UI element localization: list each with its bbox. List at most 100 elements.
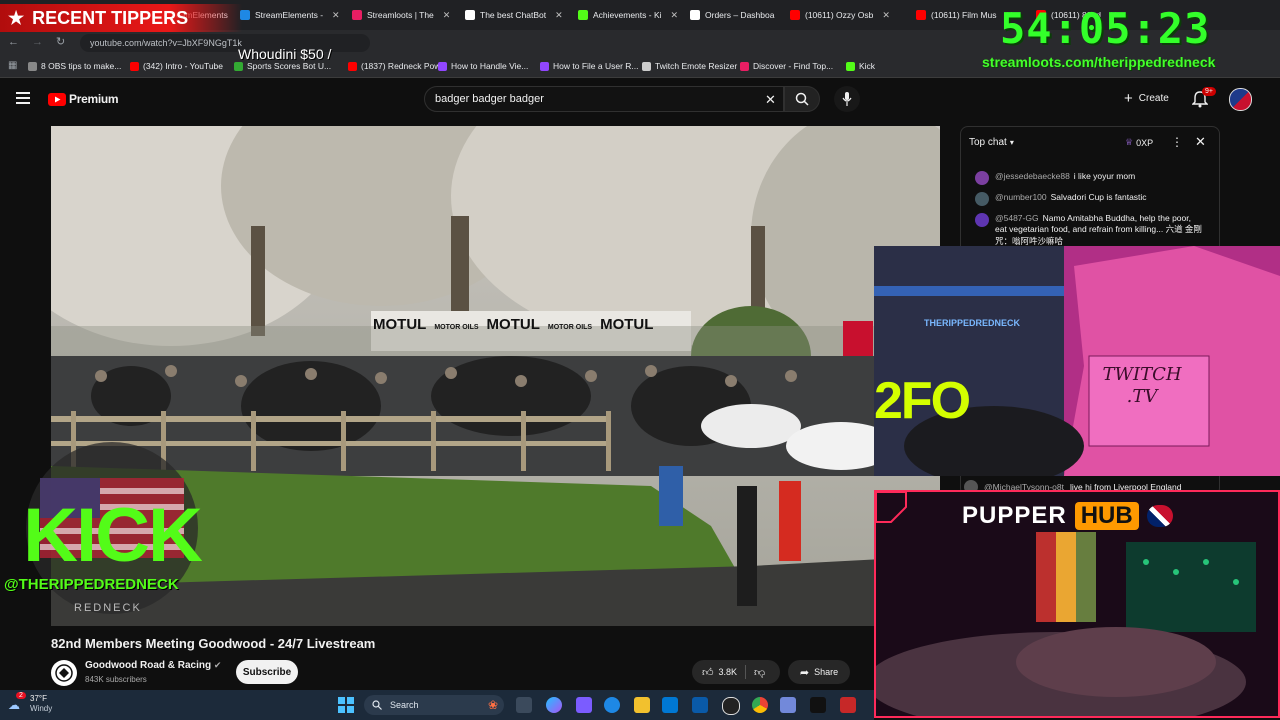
tab-favicon-icon [465, 10, 475, 20]
file-explorer-icon[interactable] [634, 697, 650, 713]
tab-close-icon[interactable]: ✕ [443, 10, 451, 21]
hamburger-menu-icon[interactable] [16, 92, 30, 104]
browser-tab[interactable]: (10611) Ozzy Osb ✕ [790, 4, 902, 26]
bookmark-label: How to Handle Vie... [451, 61, 529, 71]
share-button[interactable]: ➦ Share [788, 660, 850, 684]
outlook-icon[interactable] [692, 697, 708, 713]
streamlabs-icon[interactable] [840, 697, 856, 713]
voice-search-button[interactable] [834, 86, 860, 112]
channel-name[interactable]: Goodwood Road & Racing ✔ [85, 660, 221, 671]
tab-favicon-icon [690, 10, 700, 20]
chili-pepper-icon: ❀ [487, 698, 498, 712]
top-chat-dropdown[interactable]: Top chat ▾ [969, 137, 1014, 148]
weather-widget[interactable]: ☁ 2 37°F Windy [8, 692, 52, 714]
bookmark-label: (1837) Redneck Pow... [361, 61, 447, 71]
bookmark-item[interactable]: How to Handle Vie... [438, 61, 528, 71]
youtube-logo-text: Premium [69, 92, 119, 106]
browser-tab[interactable]: Orders – Dashboa✕ [690, 4, 780, 26]
tab-close-icon[interactable]: ✕ [671, 10, 679, 21]
tab-close-icon[interactable]: ✕ [555, 10, 563, 21]
banner-text-2: MOTOR OILS [434, 324, 479, 331]
bookmark-item[interactable]: How to File a User R... [540, 61, 639, 71]
clear-search-icon[interactable]: ✕ [765, 92, 776, 108]
chat-author[interactable]: @jessedebaecke88 [995, 171, 1070, 181]
taskbar-search[interactable]: Search ❀ [364, 695, 504, 715]
windows-start-icon[interactable] [338, 697, 354, 713]
close-chat-icon[interactable]: ✕ [1195, 134, 1206, 150]
streamloots-url: streamloots.com/therippedredneck [982, 54, 1216, 70]
like-dislike-group: 👍︎ 3.8K 👎︎ [692, 660, 780, 684]
chat-message: @jessedebaecke88 i like yoyur mom [975, 171, 1205, 185]
twitch-sign-text: TWITCH .TV [1102, 364, 1182, 407]
copilot-icon[interactable] [546, 697, 562, 713]
bookmark-label: Sports Scores Bot U... [247, 61, 332, 71]
forward-icon[interactable]: → [32, 36, 43, 48]
bookmark-item[interactable]: Twitch Emote Resizer [642, 61, 737, 71]
teams-icon[interactable] [576, 697, 592, 713]
apps-grid-icon[interactable]: ▦ [8, 60, 17, 71]
weather-badge: 2 [16, 692, 26, 699]
chat-avatar [975, 213, 989, 227]
tab-close-icon[interactable]: ✕ [882, 10, 890, 21]
bookmark-item[interactable]: (342) Intro - YouTube [130, 61, 223, 71]
chat-author[interactable]: @number100 [995, 192, 1047, 202]
channel-avatar[interactable] [51, 660, 77, 686]
discord-icon[interactable] [780, 697, 796, 713]
tab-close-icon[interactable]: ✕ [332, 10, 340, 21]
edge-icon[interactable] [604, 697, 620, 713]
chat-message: @5487-GG Namo Amitabha Buddha, help the p… [975, 213, 1205, 247]
bookmark-item[interactable]: Kick [846, 61, 875, 71]
chat-author[interactable]: @5487-GG [995, 213, 1039, 223]
browser-tab[interactable]: StreamElements - ✕ [240, 4, 340, 26]
more-options-icon[interactable]: ⋮ [1171, 135, 1183, 149]
bookmark-favicon-icon [28, 61, 37, 71]
dislike-button[interactable]: 👎︎ [754, 666, 765, 679]
bookmark-item[interactable]: Discover - Find Top... [740, 61, 833, 71]
bookmark-label: Discover - Find Top... [753, 61, 834, 71]
obs-icon[interactable] [722, 697, 740, 715]
chat-mode-label: Top chat [969, 137, 1007, 148]
notifications-button[interactable]: 9+ [1191, 87, 1216, 110]
bookmark-favicon-icon [348, 61, 357, 71]
like-button[interactable]: 👍︎ 3.8K [702, 666, 737, 679]
back-icon[interactable]: ← [8, 36, 19, 48]
store-icon[interactable] [662, 697, 678, 713]
bookmark-item[interactable]: 8 OBS tips to make... [28, 61, 121, 71]
bookmark-item[interactable]: (1837) Redneck Pow... [348, 61, 447, 71]
bookmark-favicon-icon [130, 61, 139, 71]
bookmark-label: (342) Intro - YouTube [143, 61, 224, 71]
account-avatar[interactable] [1229, 88, 1252, 111]
browser-tab[interactable]: Achievements - Ki ✕ [578, 4, 678, 26]
weather-temp: 37°F [30, 694, 47, 703]
kick-subtext: REDNECK [74, 602, 142, 614]
reload-icon[interactable]: ↻ [56, 35, 65, 48]
taskbar-search-label: Search [390, 700, 419, 710]
browser-tab[interactable]: Streamloots | The ✕ [352, 4, 454, 26]
search-button[interactable] [784, 86, 820, 112]
channel-name-text: Goodwood Road & Racing [85, 660, 212, 671]
uk-flag-icon [1146, 505, 1173, 527]
browser-tab[interactable]: The best ChatBot ✕ [465, 4, 565, 26]
like-divider [745, 665, 747, 679]
banner-text-1: MOTUL [373, 316, 427, 333]
subscriber-count: 843K subscribers [85, 675, 147, 684]
share-label: Share [814, 667, 839, 677]
bookmark-favicon-icon [642, 61, 651, 71]
chrome-icon[interactable] [752, 697, 768, 713]
chat-avatar [975, 171, 989, 185]
terminal-icon[interactable] [810, 697, 826, 713]
bookmark-favicon-icon [540, 61, 549, 71]
bookmark-label: 8 OBS tips to make... [41, 61, 122, 71]
thumbs-up-icon: 👍︎ [702, 666, 714, 679]
neon-sign-text: 2FO [874, 372, 971, 430]
tab-favicon-icon [578, 10, 588, 20]
subscribe-button[interactable]: Subscribe [236, 660, 298, 684]
create-button[interactable]: + Create [1124, 90, 1169, 107]
bookmark-item[interactable]: Sports Scores Bot U... [234, 61, 331, 71]
channel-points-button[interactable]: ♕ 0XP [1125, 137, 1153, 148]
task-view-icon[interactable] [516, 697, 532, 713]
share-icon: ➦ [799, 666, 810, 679]
search-input[interactable]: badger badger badger ✕ [424, 86, 784, 112]
recent-tippers-banner: ★ RECENT TIPPERS [0, 4, 242, 32]
youtube-logo[interactable]: Premium [48, 92, 119, 106]
